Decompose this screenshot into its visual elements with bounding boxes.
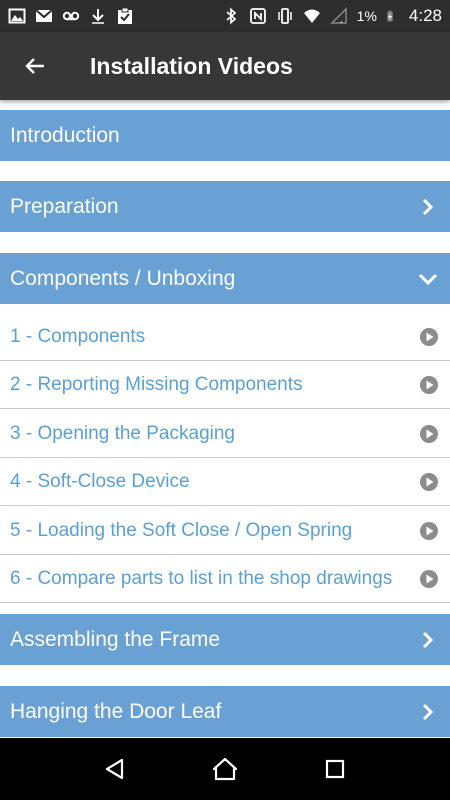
clock: 4:28	[408, 6, 442, 25]
list-item[interactable]: 3 - Opening the Packaging	[0, 410, 450, 458]
play-circle-icon	[420, 521, 438, 540]
nav-back-button[interactable]	[95, 749, 135, 789]
chevron-right-icon	[416, 628, 440, 652]
play-circle-icon	[420, 472, 438, 491]
list-item[interactable]: 6 - Compare parts to list in the shop dr…	[0, 555, 450, 603]
section-components-unboxing[interactable]: Components / Unboxing	[0, 253, 450, 304]
video-title: 5 - Loading the Soft Close / Open Spring	[10, 519, 353, 541]
nav-home-button[interactable]	[205, 749, 245, 789]
list-item[interactable]: 2 - Reporting Missing Components	[0, 361, 450, 409]
play-circle-icon	[420, 327, 438, 346]
video-title: 1 - Components	[10, 325, 146, 347]
voicemail-icon	[62, 11, 80, 21]
battery-charging-icon	[387, 10, 393, 22]
play-circle-icon	[420, 375, 438, 394]
section-title: Preparation	[10, 194, 119, 218]
chevron-right-icon	[416, 195, 440, 219]
video-title: 3 - Opening the Packaging	[10, 422, 235, 444]
recents-square-icon	[325, 759, 345, 779]
section-introduction[interactable]: Introduction	[0, 110, 450, 161]
vibrate-icon	[277, 8, 292, 24]
list-item[interactable]: 1 - Components	[0, 313, 450, 361]
list-item[interactable]: 5 - Loading the Soft Close / Open Spring	[0, 507, 450, 555]
app-bar: Installation Videos	[0, 32, 450, 100]
nfc-icon	[249, 8, 266, 24]
bluetooth-icon	[226, 7, 236, 25]
section-hanging-the-door-leaf[interactable]: Hanging the Door Leaf	[0, 686, 450, 737]
video-list: Introduction Preparation Components / Un…	[0, 100, 450, 738]
battery-percent: 1%	[356, 8, 377, 24]
signal-icon	[329, 7, 347, 24]
arrow-left-icon	[25, 58, 44, 74]
section-preparation[interactable]: Preparation	[0, 181, 450, 232]
gmail-icon	[35, 9, 53, 22]
section-title: Hanging the Door Leaf	[10, 699, 222, 723]
section-title: Assembling the Frame	[10, 627, 221, 651]
section-assembling-the-frame[interactable]: Assembling the Frame	[0, 614, 450, 665]
clipboard-check-icon	[118, 7, 132, 24]
play-circle-icon	[420, 569, 438, 588]
chevron-right-icon	[416, 700, 440, 724]
home-icon	[212, 757, 238, 781]
system-nav-bar	[0, 738, 450, 800]
image-icon	[8, 8, 26, 24]
section-title: Introduction	[10, 123, 120, 147]
download-icon	[92, 9, 104, 24]
wifi-icon	[303, 9, 320, 23]
status-bar: 1% 4:28	[0, 0, 450, 32]
video-title: 6 - Compare parts to list in the shop dr…	[10, 567, 393, 589]
play-circle-icon	[420, 424, 438, 443]
section-title: Components / Unboxing	[10, 266, 236, 290]
page-title: Installation Videos	[90, 52, 293, 79]
system-icons: 1% 4:28	[222, 6, 442, 26]
back-button[interactable]	[0, 32, 70, 100]
back-triangle-icon	[105, 758, 124, 780]
nav-recents-button[interactable]	[315, 749, 355, 789]
chevron-down-icon	[416, 267, 440, 291]
video-title: 4 - Soft-Close Device	[10, 470, 190, 492]
list-item[interactable]: 4 - Soft-Close Device	[0, 458, 450, 506]
video-title: 2 - Reporting Missing Components	[10, 373, 303, 395]
notification-icons	[8, 7, 134, 25]
